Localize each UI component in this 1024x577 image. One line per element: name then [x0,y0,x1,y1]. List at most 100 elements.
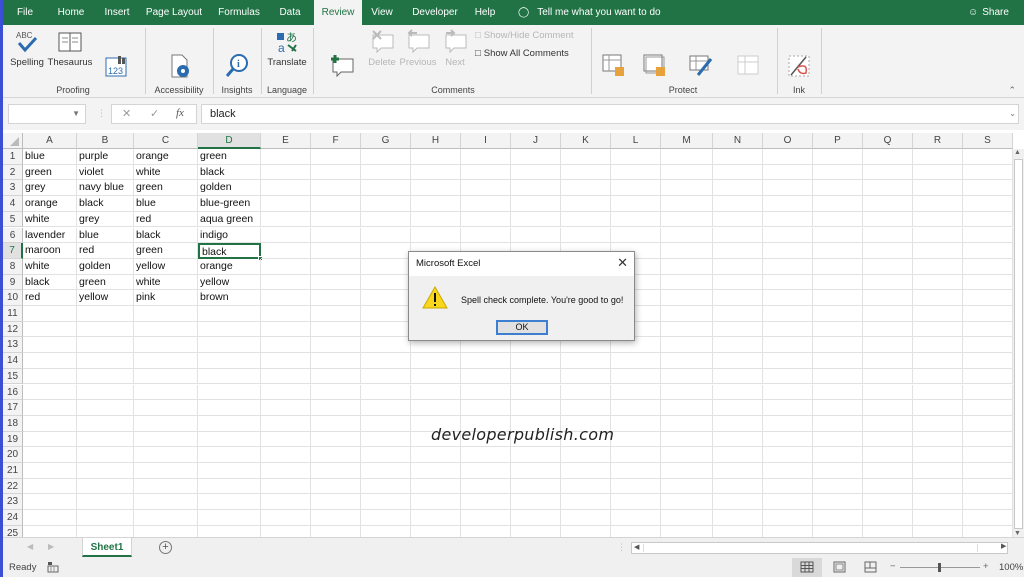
tab-page-layout[interactable]: Page Layout [140,0,208,25]
select-all-button[interactable] [3,133,23,149]
cell-g24[interactable] [361,510,411,526]
tell-me-box[interactable]: ◯ Tell me what you want to do [518,0,661,25]
cell-k1[interactable] [561,149,611,165]
cell-o7[interactable] [763,243,813,259]
cell-c5[interactable]: red [134,211,198,228]
cell-p24[interactable] [813,510,863,526]
cell-q19[interactable] [863,431,913,448]
row-header-6[interactable]: 6 [3,227,23,244]
cell-a14[interactable] [23,353,77,369]
cell-d5[interactable]: aqua green [198,211,261,228]
cell-b1[interactable]: purple [77,149,134,165]
cell-i20[interactable] [461,447,511,463]
cell-h6[interactable] [411,227,461,244]
cell-c8[interactable]: yellow [134,258,198,275]
cell-p23[interactable] [813,494,863,511]
cell-c12[interactable] [134,321,198,338]
cell-k20[interactable] [561,447,611,463]
cell-k14[interactable] [561,353,611,369]
cell-p20[interactable] [813,447,863,463]
zoom-slider-thumb[interactable] [938,563,941,572]
cell-o6[interactable] [763,227,813,244]
cell-i5[interactable] [461,211,511,228]
tab-help[interactable]: Help [467,0,503,25]
cell-h1[interactable] [411,149,461,165]
cell-g3[interactable] [361,180,411,197]
cell-h2[interactable] [411,164,461,181]
sheet-tab-sheet1[interactable]: Sheet1 [82,538,132,557]
cell-l17[interactable] [611,400,661,416]
cell-p19[interactable] [813,431,863,448]
cell-h5[interactable] [411,211,461,228]
cell-d9[interactable]: yellow [198,274,261,291]
cell-p4[interactable] [813,196,863,212]
cell-g23[interactable] [361,494,411,511]
cell-c10[interactable]: pink [134,290,198,306]
cell-j14[interactable] [511,353,561,369]
cell-n13[interactable] [713,337,763,354]
cell-f14[interactable] [311,353,361,369]
row-header-15[interactable]: 15 [3,368,23,385]
cell-n23[interactable] [713,494,763,511]
cell-m13[interactable] [661,337,713,354]
cell-r16[interactable] [913,384,963,401]
cell-e15[interactable] [261,368,311,385]
cell-e3[interactable] [261,180,311,197]
row-header-10[interactable]: 10 [3,290,23,306]
cell-r2[interactable] [913,164,963,181]
column-header-b[interactable]: B [77,133,134,149]
cell-q24[interactable] [863,510,913,526]
cell-a20[interactable] [23,447,77,463]
cell-m20[interactable] [661,447,713,463]
cell-a5[interactable]: white [23,211,77,228]
column-header-o[interactable]: O [763,133,813,149]
column-header-a[interactable]: A [23,133,77,149]
cell-s21[interactable] [963,463,1013,479]
cell-d16[interactable] [198,384,261,401]
cell-k22[interactable] [561,478,611,495]
column-header-e[interactable]: E [261,133,311,149]
cell-k4[interactable] [561,196,611,212]
cell-b8[interactable]: golden [77,258,134,275]
column-header-k[interactable]: K [561,133,611,149]
cell-n18[interactable] [713,415,763,432]
cell-p15[interactable] [813,368,863,385]
tab-developer[interactable]: Developer [404,0,466,25]
cell-l4[interactable] [611,196,661,212]
cell-r1[interactable] [913,149,963,165]
cell-g10[interactable] [361,290,411,306]
cell-o10[interactable] [763,290,813,306]
cell-o22[interactable] [763,478,813,495]
cell-a19[interactable] [23,431,77,448]
row-header-1[interactable]: 1 [3,149,23,165]
cell-p22[interactable] [813,478,863,495]
cell-k2[interactable] [561,164,611,181]
cell-g5[interactable] [361,211,411,228]
cell-r14[interactable] [913,353,963,369]
cell-f20[interactable] [311,447,361,463]
tab-review[interactable]: Review [314,0,362,25]
cell-s19[interactable] [963,431,1013,448]
cell-b10[interactable]: yellow [77,290,134,306]
cell-s8[interactable] [963,258,1013,275]
cell-m6[interactable] [661,227,713,244]
row-header-12[interactable]: 12 [3,321,23,338]
cell-l15[interactable] [611,368,661,385]
cell-b12[interactable] [77,321,134,338]
cell-h24[interactable] [411,510,461,526]
cell-f11[interactable] [311,306,361,322]
cell-e4[interactable] [261,196,311,212]
cell-n21[interactable] [713,463,763,479]
chevron-down-icon[interactable]: ▼ [72,109,80,118]
tab-home[interactable]: Home [51,0,91,25]
cell-a17[interactable] [23,400,77,416]
cell-m16[interactable] [661,384,713,401]
translate-button[interactable]: あa Translate [264,29,310,69]
column-header-q[interactable]: Q [863,133,913,149]
page-break-view-button[interactable] [864,561,878,577]
cell-e6[interactable] [261,227,311,244]
next-comment-button[interactable]: Next [441,29,469,69]
column-header-g[interactable]: G [361,133,411,149]
cell-r19[interactable] [913,431,963,448]
cell-m9[interactable] [661,274,713,291]
